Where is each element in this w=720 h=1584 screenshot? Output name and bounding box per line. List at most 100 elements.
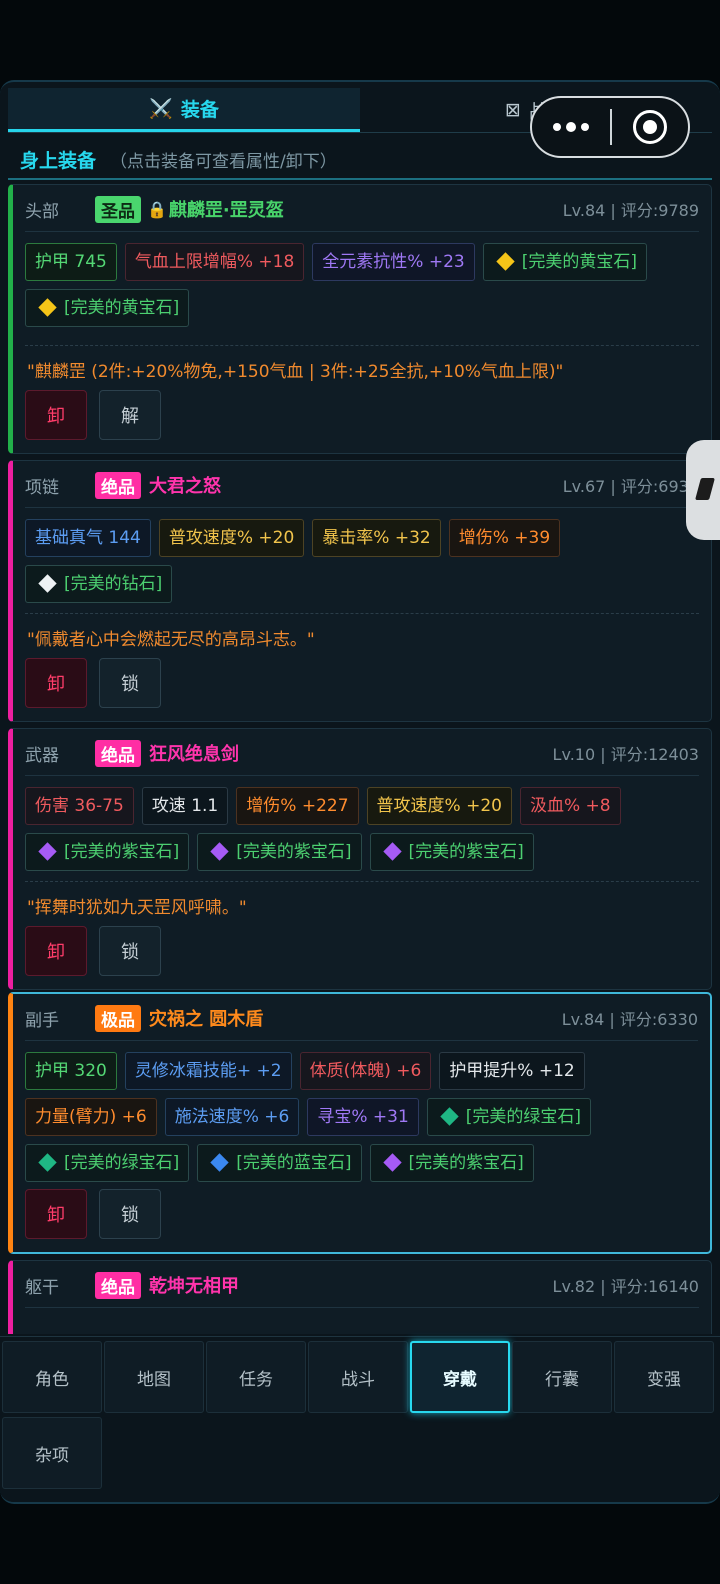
green-gem-icon	[38, 1153, 57, 1172]
level-score: Lv.10 | 评分:12403	[552, 745, 699, 764]
equipment-list: 头部 圣品 🔒 麒麟罡·罡灵盔 Lv.84 | 评分:9789 护甲 745 气…	[8, 184, 712, 1334]
close-miniprogram-icon[interactable]	[612, 110, 688, 144]
slot-label: 武器	[25, 745, 59, 766]
attr-chip: 护甲 745	[25, 243, 117, 281]
gem-label: [完美的绿宝石]	[64, 1153, 180, 1173]
section-hint: （点击装备可查看属性/卸下）	[110, 152, 337, 172]
equipment-card-torso[interactable]: 躯干 绝品 乾坤无相甲 Lv.82 | 评分:16140	[8, 1260, 712, 1334]
more-menu-icon[interactable]	[532, 122, 610, 132]
attribute-chips: 护甲 745 气血上限增幅% +18 全元素抗性% +23 [完美的黄宝石] […	[25, 243, 699, 327]
unequip-button[interactable]: 卸	[25, 1189, 87, 1239]
equipment-card-necklace[interactable]: 项链 绝品 大君之怒 Lv.67 | 评分:6934 基础真气 144 普攻速度…	[8, 460, 712, 722]
card-actions: 卸 锁	[25, 1189, 161, 1239]
unlock-button[interactable]: 解	[99, 390, 161, 440]
attr-chip: 气血上限增幅% +18	[124, 243, 305, 281]
card-header: 武器 绝品 狂风绝息剑 Lv.10 | 评分:12403	[25, 739, 699, 767]
nav-character[interactable]: 角色	[2, 1341, 102, 1413]
attribute-chips: 基础真气 144 普攻速度% +20 暴击率% +32 增伤% +39 [完美的…	[25, 519, 699, 603]
card-header: 躯干 绝品 乾坤无相甲 Lv.82 | 评分:16140	[25, 1271, 699, 1299]
nav-misc[interactable]: 杂项	[2, 1417, 102, 1489]
card-header: 项链 绝品 大君之怒 Lv.67 | 评分:6934	[25, 471, 699, 499]
gem-chip: [完美的黄宝石]	[25, 289, 190, 327]
nav-battle[interactable]: 战斗	[308, 1341, 408, 1413]
yellow-gem-icon	[496, 252, 515, 271]
gem-label: [完美的绿宝石]	[465, 1107, 582, 1127]
grade-badge: 绝品	[95, 1271, 141, 1299]
level-score: Lv.84 | 评分:9789	[562, 201, 699, 220]
level-score: Lv.82 | 评分:16140	[552, 1277, 699, 1296]
gem-chip: [完美的黄宝石]	[482, 243, 647, 281]
gem-label: [完美的蓝宝石]	[236, 1153, 352, 1173]
gem-label: [完美的紫宝石]	[64, 842, 180, 862]
gem-label: [完美的黄宝石]	[521, 252, 637, 272]
card-actions: 卸 解	[25, 390, 161, 440]
bottom-nav: 角色 地图 任务 战斗 穿戴 行囊 变强 杂项	[0, 1336, 720, 1502]
attr-chip: 基础真气 144	[25, 519, 151, 557]
unequip-button[interactable]: 卸	[25, 658, 87, 708]
attr-chip: 护甲提升% +12	[439, 1052, 585, 1090]
nav-bag[interactable]: 行囊	[512, 1341, 612, 1413]
set-bonus-text: "麒麟罡 (2件:+20%物免,+150气血 | 3件:+25全抗,+10%气血…	[27, 362, 564, 382]
attr-chip: 普攻速度% +20	[366, 787, 512, 825]
lock-button[interactable]: 锁	[99, 926, 161, 976]
equipment-name: 狂风绝息剑	[149, 744, 239, 765]
attr-chip: 施法速度% +6	[164, 1098, 300, 1136]
lock-icon: 🔒	[147, 199, 167, 219]
unequip-button[interactable]: 卸	[25, 926, 87, 976]
card-actions: 卸 锁	[25, 658, 161, 708]
purple-gem-icon	[382, 842, 402, 861]
nav-upgrade[interactable]: 变强	[614, 1341, 714, 1413]
gem-label: [完美的钻石]	[64, 574, 163, 594]
gem-label: [完美的紫宝石]	[408, 1153, 524, 1173]
slot-label: 头部	[25, 201, 59, 222]
green-gem-icon	[440, 1107, 459, 1126]
gem-label: [完美的紫宝石]	[408, 842, 524, 862]
attr-chip: 伤害 36-75	[25, 787, 134, 825]
card-header: 头部 圣品 🔒 麒麟罡·罡灵盔 Lv.84 | 评分:9789	[25, 195, 699, 223]
equipment-card-weapon[interactable]: 武器 绝品 狂风绝息剑 Lv.10 | 评分:12403 伤害 36-75 攻速…	[8, 728, 712, 990]
attr-chip: 增伤% +227	[236, 787, 359, 825]
gem-chip: [完美的钻石]	[25, 565, 173, 603]
grade-badge: 极品	[95, 1004, 141, 1032]
dashed-divider	[25, 613, 699, 614]
equipment-card-offhand[interactable]: 副手 极品 灾祸之 圆木盾 Lv.84 | 评分:6330 护甲 320 灵修冰…	[8, 992, 712, 1254]
level-score: Lv.67 | 评分:6934	[562, 477, 699, 496]
gem-chip: [完美的蓝宝石]	[197, 1144, 362, 1182]
slot-label: 副手	[25, 1010, 59, 1031]
level-score: Lv.84 | 评分:6330	[561, 1010, 698, 1029]
gem-label: [完美的紫宝石]	[236, 842, 352, 862]
nav-map[interactable]: 地图	[104, 1341, 204, 1413]
grade-badge: 绝品	[95, 739, 141, 767]
lock-button[interactable]: 锁	[99, 658, 161, 708]
gem-chip: [完美的紫宝石]	[369, 833, 534, 871]
equipment-name: 灾祸之 圆木盾	[149, 1009, 264, 1030]
nav-equip[interactable]: 穿戴	[410, 1341, 510, 1413]
attribute-chips: 伤害 36-75 攻速 1.1 增伤% +227 普攻速度% +20 汲血% +…	[25, 787, 699, 871]
lock-button[interactable]: 锁	[99, 1189, 161, 1239]
gem-chip: [完美的绿宝石]	[426, 1098, 592, 1136]
attr-chip: 护甲 320	[25, 1052, 117, 1090]
yellow-gem-icon	[38, 298, 57, 317]
card-header: 副手 极品 灾祸之 圆木盾 Lv.84 | 评分:6330	[25, 1004, 698, 1032]
attr-chip: 灵修冰霜技能+ +2	[124, 1052, 292, 1090]
gem-label: [完美的黄宝石]	[64, 298, 180, 318]
gem-chip: [完美的紫宝石]	[369, 1144, 534, 1182]
equipment-card-head[interactable]: 头部 圣品 🔒 麒麟罡·罡灵盔 Lv.84 | 评分:9789 护甲 745 气…	[8, 184, 712, 454]
section-divider	[8, 178, 712, 180]
floating-side-widget[interactable]	[686, 440, 720, 540]
grade-badge: 圣品	[95, 195, 141, 223]
slot-label: 躯干	[25, 1277, 59, 1298]
tab-equipment[interactable]: ⚔️ 装备	[8, 88, 360, 132]
card-divider	[25, 507, 699, 508]
purple-gem-icon	[382, 1153, 402, 1172]
attr-chip: 全元素抗性% +23	[312, 243, 475, 281]
card-divider	[25, 1040, 698, 1041]
card-divider	[25, 775, 699, 776]
widget-mark-icon	[695, 478, 715, 500]
dashed-divider	[25, 881, 699, 882]
flavor-text: "佩戴者心中会燃起无尽的高昂斗志。"	[27, 630, 315, 650]
miniprogram-capsule	[530, 96, 690, 158]
attribute-chips: 护甲 320 灵修冰霜技能+ +2 体质(体魄) +6 护甲提升% +12 力量…	[25, 1052, 698, 1182]
unequip-button[interactable]: 卸	[25, 390, 87, 440]
nav-quest[interactable]: 任务	[206, 1341, 306, 1413]
